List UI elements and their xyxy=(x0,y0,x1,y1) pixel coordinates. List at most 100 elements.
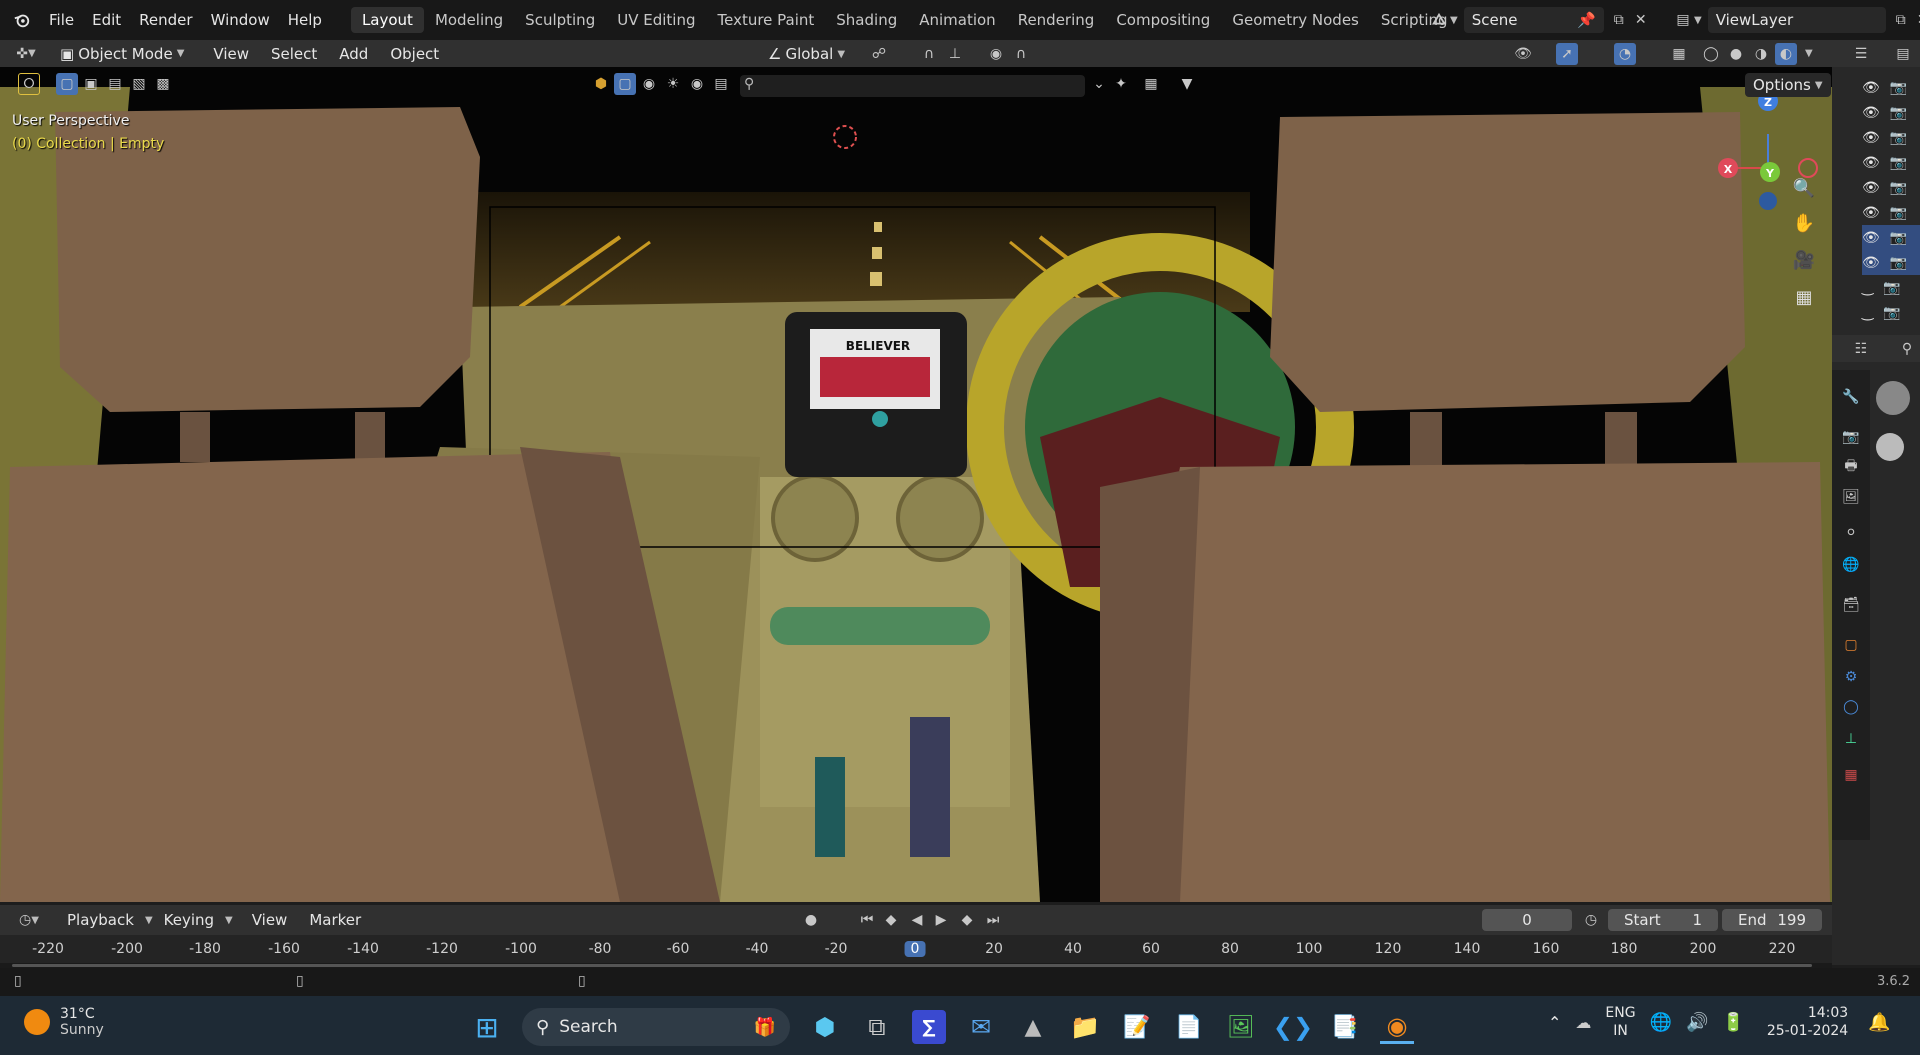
eye-icon[interactable]: 👁 xyxy=(1862,105,1880,121)
view-layer-tab-icon[interactable]: 🖼 xyxy=(1840,486,1862,508)
pan-hand-icon[interactable]: ✋ xyxy=(1790,213,1818,241)
select-extend-icon[interactable]: ▣ xyxy=(80,73,102,95)
new-scene-icon[interactable]: ⧉ xyxy=(1608,9,1630,31)
eye-icon[interactable]: 👁 xyxy=(1862,80,1880,96)
windows-start-icon[interactable]: ⊞ xyxy=(470,1010,504,1044)
header-menu-add[interactable]: Add xyxy=(328,45,379,63)
file-explorer-icon[interactable]: 📁 xyxy=(1068,1010,1102,1044)
menu-edit[interactable]: Edit xyxy=(83,11,130,29)
scene-name-field[interactable]: Scene 📌 xyxy=(1463,7,1604,33)
gizmo-toggle-icon[interactable]: ➚ xyxy=(1556,43,1578,65)
falloff-icon[interactable]: ∩ xyxy=(1010,43,1032,65)
solid-shading-icon[interactable]: ● xyxy=(1725,43,1747,65)
output-tab-icon[interactable]: 🖶 xyxy=(1840,456,1862,478)
outliner-panel[interactable]: ☰ ▤ 👁 📷 👁 📷 👁 📷 👁 📷 👁 📷 👁 📷 👁 📷 👁 📷 ‿ 📷 ‿ 📷 xyxy=(1832,40,1920,335)
playback-chevron-icon[interactable]: ▼ xyxy=(145,915,153,926)
language-indicator[interactable]: ENG IN xyxy=(1605,1004,1635,1040)
eye-icon[interactable]: 👁 xyxy=(1862,155,1880,171)
timeline-ruler[interactable]: -220 -200 -180 -160 -140 -120 -100 -80 -… xyxy=(0,935,1832,963)
collection-tab-icon[interactable]: 🗃 xyxy=(1840,594,1862,616)
menu-file[interactable]: File xyxy=(40,11,83,29)
solid-mode-icon[interactable]: ▢ xyxy=(614,73,636,95)
delete-scene-icon[interactable]: ✕ xyxy=(1630,9,1652,31)
eye-icon[interactable]: 👁 xyxy=(1862,180,1880,196)
taskbar-search-box[interactable]: ⚲ Search 🎁 xyxy=(522,1008,790,1046)
zoom-icon[interactable]: 🔍 xyxy=(1790,178,1818,206)
texture-tab-icon[interactable]: ▦ xyxy=(1840,764,1862,786)
render-camera-icon[interactable]: 📷 xyxy=(1883,305,1900,321)
new-viewlayer-icon[interactable]: ⧉ xyxy=(1890,9,1912,31)
doc-editor-icon[interactable]: 📑 xyxy=(1328,1010,1362,1044)
menu-render[interactable]: Render xyxy=(130,11,201,29)
header-menu-object[interactable]: Object xyxy=(379,45,450,63)
auto-keying-icon[interactable]: ● xyxy=(800,909,822,931)
select-intersect-icon[interactable]: ▩ xyxy=(152,73,174,95)
material-shading-icon[interactable]: ◑ xyxy=(1750,43,1772,65)
mail-icon[interactable]: ✉ xyxy=(964,1010,998,1044)
onedrive-off-icon[interactable]: ☁ xyxy=(1575,1013,1591,1032)
timeline-menu-keying[interactable]: Keying xyxy=(153,911,225,929)
select-subtract-icon[interactable]: ▤ xyxy=(104,73,126,95)
render-camera-icon[interactable]: 📷 xyxy=(1890,105,1907,121)
document-app-icon[interactable]: 📄 xyxy=(1172,1010,1206,1044)
render-camera-icon[interactable]: 📷 xyxy=(1890,130,1907,146)
copilot-icon[interactable]: ⬢ xyxy=(808,1010,842,1044)
render-camera-icon[interactable]: 📷 xyxy=(1890,155,1907,171)
network-globe-icon[interactable]: 🌐 xyxy=(1650,1012,1672,1033)
world-tab-icon[interactable]: 🌐 xyxy=(1840,554,1862,576)
jump-to-start-icon[interactable]: ⏮ xyxy=(856,909,878,931)
timeline-menu-playback[interactable]: Playback xyxy=(56,911,145,929)
timeline-scroll-thumb[interactable] xyxy=(12,964,1812,967)
outliner-display-mode-icon[interactable]: ▤ xyxy=(1892,43,1914,65)
pin-icon[interactable]: 📌 xyxy=(1577,11,1596,29)
viewport-search-field[interactable]: ⚲ xyxy=(740,75,1085,97)
camera-view-icon[interactable]: 🎥 xyxy=(1790,250,1818,278)
overlay-toggle-icon[interactable]: ◔ xyxy=(1614,43,1636,65)
ortho-grid-icon[interactable]: ▦ xyxy=(1790,287,1818,315)
current-frame-indicator[interactable]: 0 xyxy=(904,941,926,957)
eye-icon[interactable]: 👁 xyxy=(1862,255,1880,271)
tab-texture-paint[interactable]: Texture Paint xyxy=(706,7,825,33)
eye-icon[interactable]: 👁 xyxy=(1862,130,1880,146)
header-menu-select[interactable]: Select xyxy=(260,45,328,63)
select-tool-icon[interactable]: ⭘ xyxy=(18,73,40,95)
3d-viewport[interactable]: BELIEVER Z X Y 🔍 ✋ 🎥 ▦ xyxy=(0,67,1832,902)
battery-icon[interactable]: 🔋 xyxy=(1722,1012,1744,1033)
scene-tab-icon[interactable]: ⚪ xyxy=(1840,522,1862,544)
tool-tab-icon[interactable]: 🔧 xyxy=(1840,386,1862,408)
viewlayer-dropdown-chevron-icon[interactable]: ▼ xyxy=(1694,15,1702,26)
tab-modeling[interactable]: Modeling xyxy=(424,7,514,33)
tab-rendering[interactable]: Rendering xyxy=(1007,7,1106,33)
jump-to-prev-keyframe-icon[interactable]: ◆ xyxy=(880,909,902,931)
notepad-icon[interactable]: 📝 xyxy=(1120,1010,1154,1044)
properties-editor-type-icon[interactable]: ☷ xyxy=(1850,338,1872,360)
volume-icon[interactable]: 🔊 xyxy=(1686,1012,1708,1033)
render-camera-icon[interactable]: 📷 xyxy=(1890,205,1907,221)
scene-dropdown-chevron-icon[interactable]: ▼ xyxy=(1450,15,1458,26)
task-view-icon[interactable]: ⧉ xyxy=(860,1010,894,1044)
menu-window[interactable]: Window xyxy=(202,11,279,29)
object-types-icon[interactable]: ⬢ xyxy=(590,73,612,95)
eye-closed-icon[interactable]: ‿ xyxy=(1862,280,1873,296)
end-frame-field[interactable]: End 199 xyxy=(1722,909,1822,931)
select-new-icon[interactable]: ▢ xyxy=(56,73,78,95)
display-mode-icon[interactable]: ▦ xyxy=(1140,73,1162,95)
timeline-editor-type-icon[interactable]: ◷ ▼ xyxy=(12,909,46,931)
outliner-editor-type-icon[interactable]: ☰ xyxy=(1850,43,1872,65)
play-icon[interactable]: ▶ xyxy=(930,909,952,931)
visibility-selector-icon[interactable]: 👁 xyxy=(1512,43,1534,65)
editor-type-icon[interactable]: ✜ ▼ xyxy=(10,43,42,65)
render-tab-icon[interactable]: 📷 xyxy=(1840,426,1862,448)
menu-help[interactable]: Help xyxy=(279,11,331,29)
notification-bell-icon[interactable]: 🔔 xyxy=(1868,1012,1890,1033)
blender-taskbar-icon[interactable]: ◉ xyxy=(1380,1010,1414,1044)
render-camera-icon[interactable]: 📷 xyxy=(1890,180,1907,196)
filter-collapse-icon[interactable]: ⌄ xyxy=(1088,73,1110,95)
pine-app-icon[interactable]: ▲ xyxy=(1016,1010,1050,1044)
timeline-menu-view[interactable]: View xyxy=(241,911,299,929)
bookmark-icon[interactable]: ✦ xyxy=(1110,73,1132,95)
xray-toggle-icon[interactable]: ▦ xyxy=(1668,43,1690,65)
delete-viewlayer-icon[interactable]: ✕ xyxy=(1912,9,1920,31)
preview-range-clock-icon[interactable]: ◷ xyxy=(1580,909,1602,931)
constraint-tab-icon[interactable]: ⊥ xyxy=(1840,728,1862,750)
